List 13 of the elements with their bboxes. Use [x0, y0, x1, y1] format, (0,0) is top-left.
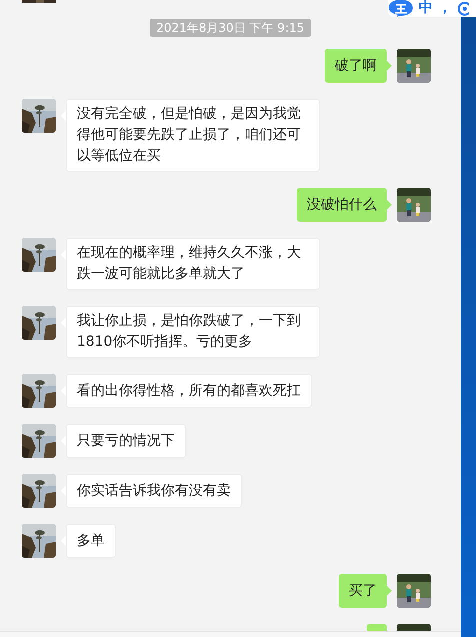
date-label: 2021年8月30日 下午 9:15 — [150, 19, 311, 37]
message-bubble: 在现在的概率理，维持久久不涨，大跌一波可能就比多单就大了 — [66, 238, 320, 290]
message-bubble: 你实话告诉我你有没有卖 — [66, 474, 242, 508]
punctuation-toggle[interactable]: ， — [438, 0, 452, 17]
message-bubble: 没有完全破，但是怕破，是因为我觉得他可能要先跌了止损了，咱们还可以等低位在买 — [66, 99, 320, 172]
message-bubble: 我让你止损，是怕你跌破了，一下到1810你不听指挥。亏的更多 — [66, 306, 320, 358]
message-bubble: 多单 — [66, 524, 116, 558]
message-bubble: 破了啊 — [325, 49, 387, 83]
input-mode-toggle[interactable]: 中 — [419, 0, 433, 17]
message-bubble: 只要亏的情况下 — [66, 424, 186, 458]
message-bubble: 买了 — [339, 574, 387, 608]
message-bubble: 没破怕什么 — [297, 188, 387, 222]
message-bubble: 看的出你得性格，所有的都喜欢死扛 — [66, 374, 312, 408]
